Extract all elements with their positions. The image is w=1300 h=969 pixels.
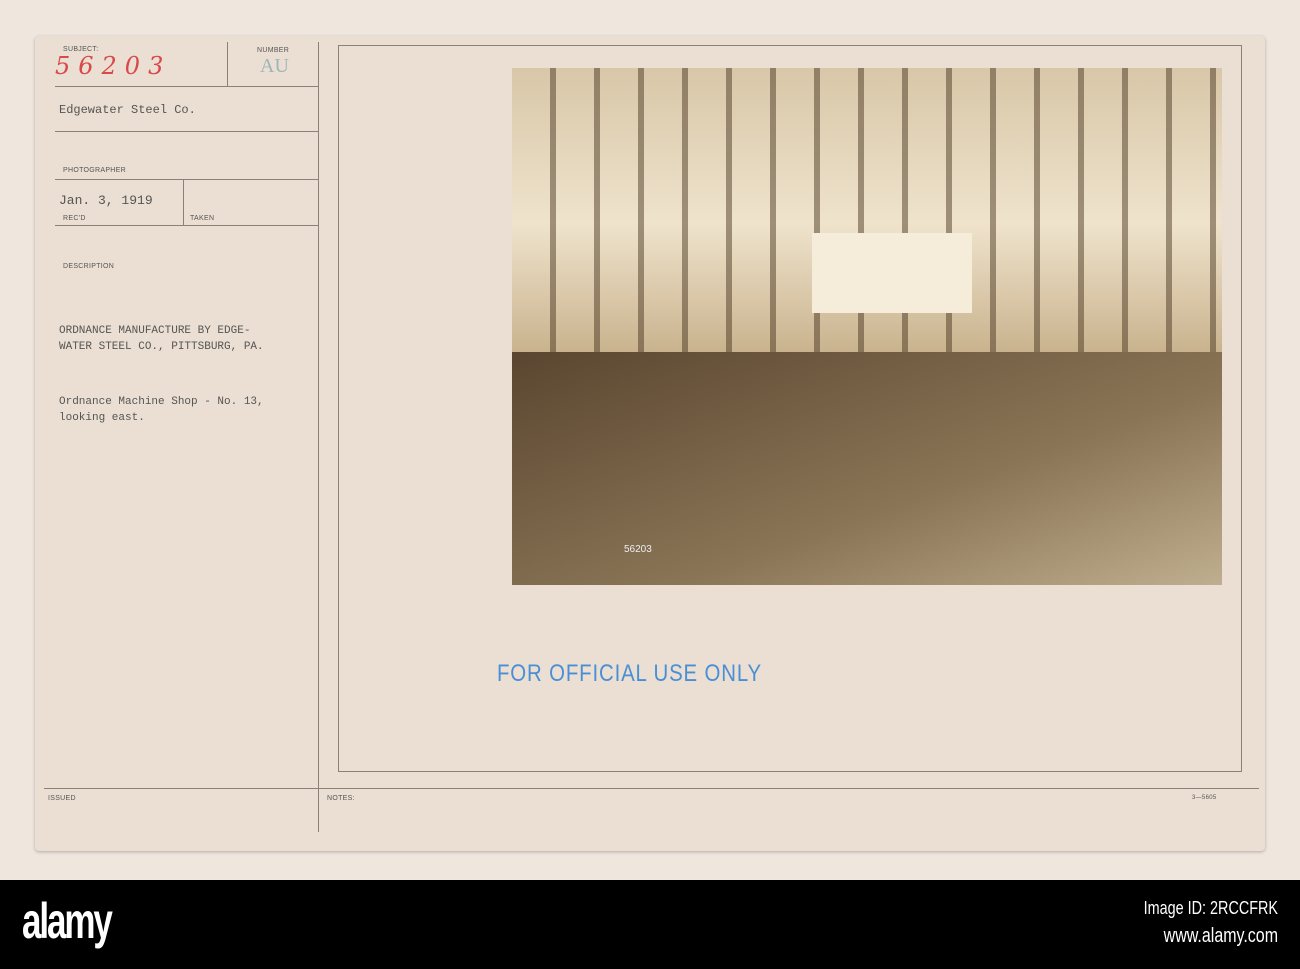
photo-number: 56203 (624, 544, 652, 555)
factory-photograph: 56203 (512, 68, 1222, 585)
recd-date: Jan. 3, 1919 (59, 193, 153, 208)
alamy-logo: alamy (22, 893, 113, 949)
notes-label: NOTES: (327, 795, 355, 802)
subject-text: Edgewater Steel Co. (59, 103, 196, 117)
issued-label: ISSUED (48, 795, 76, 802)
footer-band: alamy Image ID: 2RCCFRK www.alamy.com (0, 880, 1300, 969)
recd-label: REC'D (63, 215, 86, 222)
official-use-stamp: FOR OFFICIAL USE ONLY (497, 660, 762, 687)
taken-label: TAKEN (190, 215, 215, 222)
subject-number: 56203 (55, 52, 172, 80)
number-value: AU (260, 55, 289, 77)
photographer-label: PHOTOGRAPHER (63, 167, 126, 174)
description-line-2: WATER STEEL CO., PITTSBURG, PA. (59, 341, 264, 353)
caption-line-2: looking east. (59, 412, 145, 424)
form-number: 3—5605 (1192, 795, 1217, 801)
description-label: DESCRIPTION (63, 263, 115, 270)
description-line-1: ORDNANCE MANUFACTURE BY EDGE- (59, 325, 251, 337)
image-id: Image ID: 2RCCFRK (1143, 898, 1278, 918)
caption-line-1: Ordnance Machine Shop - No. 13, (59, 396, 264, 408)
number-label: NUMBER (257, 47, 290, 54)
site-url[interactable]: www.alamy.com (1144, 922, 1278, 950)
